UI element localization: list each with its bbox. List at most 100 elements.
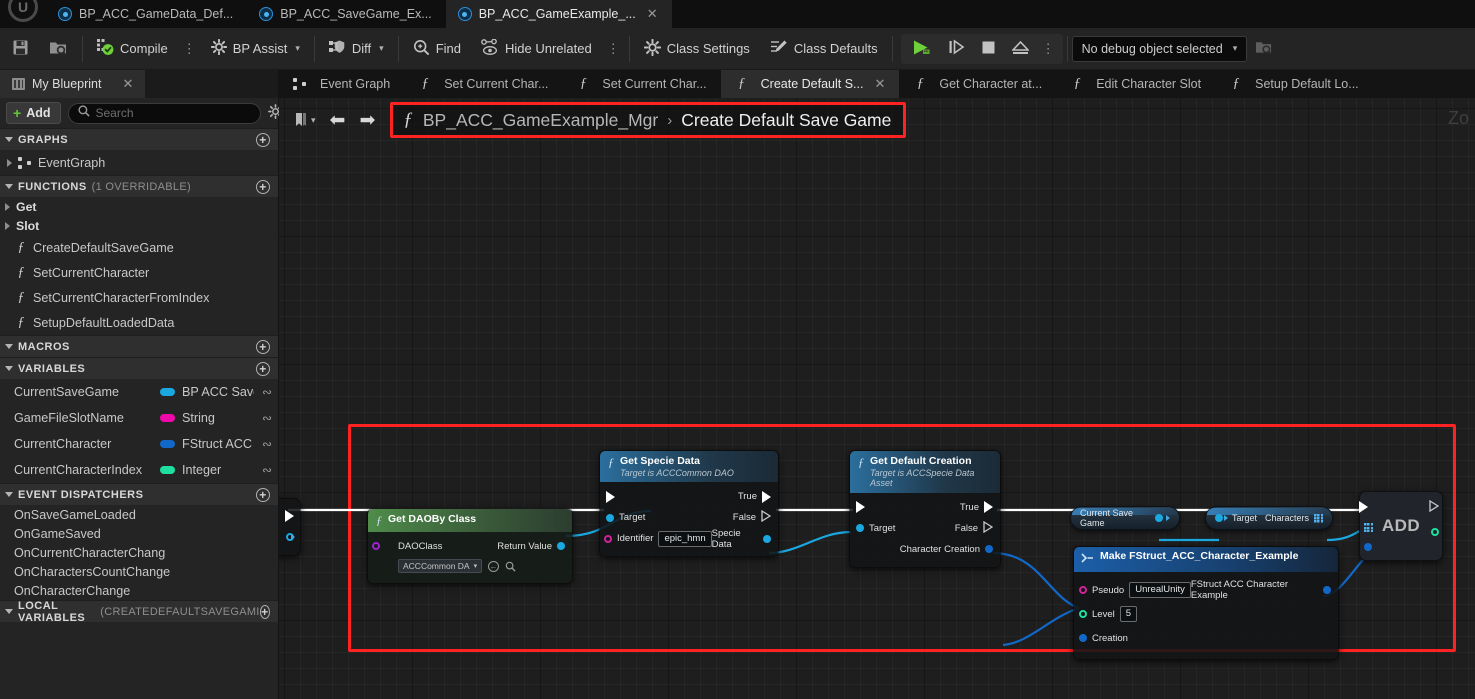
- tree-item-createdefaultsavegame[interactable]: ƒCreateDefaultSaveGame: [0, 235, 278, 260]
- graph-tab-0[interactable]: Event Graph: [279, 70, 404, 98]
- class-settings-button[interactable]: Class Settings: [634, 28, 760, 70]
- browse-asset-icon[interactable]: [505, 561, 516, 572]
- debug-object-selector[interactable]: No debug object selected ▾: [1072, 36, 1248, 62]
- characters-target-input-pin[interactable]: [1215, 514, 1223, 522]
- diff-button[interactable]: Diff ▾: [319, 28, 394, 70]
- add-section-item-button[interactable]: +: [256, 180, 270, 194]
- node-get-default-creation[interactable]: ƒ Get Default Creation Target is ACCSpec…: [849, 450, 1001, 568]
- compile-options-dots[interactable]: ⋮: [178, 41, 201, 57]
- dao-class-input-pin[interactable]: [372, 542, 380, 550]
- add-return-index-pin[interactable]: [1431, 528, 1439, 536]
- node-add-array[interactable]: ADD: [1359, 491, 1443, 561]
- tree-item-setcurrentcharacterfromindex[interactable]: ƒSetCurrentCharacterFromIndex: [0, 285, 278, 310]
- section-functions[interactable]: FUNCTIONS(1 OVERRIDABLE)+: [0, 175, 278, 197]
- compile-button[interactable]: Compile: [87, 28, 178, 70]
- exec-out-true-pin[interactable]: [762, 491, 771, 503]
- close-icon[interactable]: ✕: [122, 76, 133, 92]
- node-make-fstruct-acc-character-example[interactable]: Make FStruct_ACC_Character_Example Pseud…: [1073, 546, 1339, 660]
- node-current-save-game[interactable]: Current Save Game: [1070, 506, 1180, 530]
- dispatcher-row-ongamesaved[interactable]: OnGameSaved: [0, 524, 278, 543]
- step-button[interactable]: [940, 28, 973, 70]
- file-tab-0[interactable]: BP_ACC_GameData_Def...: [46, 0, 247, 28]
- use-selected-asset-button[interactable]: ←: [488, 561, 499, 572]
- exec-out-true-pin[interactable]: [984, 501, 993, 513]
- search-input[interactable]: [96, 106, 251, 120]
- section-local-variables[interactable]: LOCAL VARIABLES(CREATEDEFAULTSAVEGAMI+: [0, 600, 278, 622]
- bookmark-button[interactable]: ▾: [287, 112, 323, 129]
- character-creation-output-pin[interactable]: [985, 545, 993, 553]
- creation-input-pin[interactable]: [1079, 634, 1087, 642]
- dao-class-combo[interactable]: ACCCommon DA ▾: [398, 559, 482, 573]
- hide-unrelated-options-dots[interactable]: ⋮: [602, 41, 625, 57]
- eye-closed-icon[interactable]: ∾: [254, 437, 272, 451]
- section-event-dispatchers[interactable]: EVENT DISPATCHERS+: [0, 483, 278, 505]
- close-icon[interactable]: ✕: [874, 76, 885, 92]
- tree-item-slot[interactable]: Slot: [0, 216, 278, 235]
- graph-tab-2[interactable]: ƒSet Current Char...: [562, 70, 720, 98]
- tree-item-setcurrentcharacter[interactable]: ƒSetCurrentCharacter: [0, 260, 278, 285]
- pseudo-textbox[interactable]: UnrealUnity: [1129, 582, 1191, 598]
- add-section-item-button[interactable]: +: [256, 362, 270, 376]
- level-input-pin[interactable]: [1079, 610, 1087, 618]
- debug-browse-button[interactable]: [1247, 28, 1281, 70]
- breadcrumb-root[interactable]: BP_ACC_GameExample_Mgr: [423, 110, 658, 131]
- navigate-forward-button[interactable]: ➡: [352, 109, 382, 132]
- play-button[interactable]: [904, 28, 940, 70]
- file-tab-1[interactable]: BP_ACC_SaveGame_Ex...: [247, 0, 445, 28]
- expander-icon[interactable]: [5, 137, 13, 142]
- graph-tab-3[interactable]: ƒCreate Default S...✕: [721, 70, 900, 98]
- graph-tab-5[interactable]: ƒEdit Character Slot: [1056, 70, 1215, 98]
- tab-my-blueprint[interactable]: My Blueprint ✕: [0, 70, 145, 98]
- node-get-dao-by-class[interactable]: ƒ Get DAOBy Class DAOClass Return Value: [367, 508, 573, 584]
- identifier-textbox[interactable]: epic_hmn: [658, 531, 711, 547]
- node-get-specie-data[interactable]: ƒ Get Specie Data Target is ACCCommon DA…: [599, 450, 779, 557]
- stop-button[interactable]: [973, 28, 1004, 70]
- hide-unrelated-button[interactable]: Hide Unrelated: [471, 28, 602, 70]
- close-icon[interactable]: ✕: [647, 6, 658, 22]
- find-button[interactable]: Find: [403, 28, 471, 70]
- node-get-characters[interactable]: Target Characters: [1205, 506, 1333, 530]
- dispatcher-row-oncharacterchange[interactable]: OnCharacterChange: [0, 581, 278, 600]
- exec-in-pin[interactable]: [606, 491, 615, 503]
- file-tab-2[interactable]: BP_ACC_GameExample_...✕: [446, 0, 672, 28]
- tree-item-get[interactable]: Get: [0, 197, 278, 216]
- specie-data-output-pin[interactable]: [763, 535, 771, 543]
- variable-row-currentsavegame[interactable]: CurrentSaveGameBP ACC Save∾: [0, 379, 278, 405]
- expander-icon[interactable]: [5, 203, 10, 211]
- save-button[interactable]: [0, 28, 39, 70]
- expander-icon[interactable]: [5, 609, 13, 614]
- add-item-input-pin[interactable]: [1364, 543, 1372, 551]
- browse-content-button[interactable]: [39, 28, 78, 70]
- expander-icon[interactable]: [5, 492, 13, 497]
- tree-item-setupdefaultloadeddata[interactable]: ƒSetupDefaultLoadedData: [0, 310, 278, 335]
- add-exec-in-pin[interactable]: [1359, 501, 1368, 513]
- target-input-pin[interactable]: [856, 524, 864, 532]
- add-button[interactable]: + Add: [6, 102, 61, 124]
- eject-button[interactable]: [1004, 28, 1037, 70]
- node-offscreen-left[interactable]: [279, 498, 301, 556]
- expander-icon[interactable]: [5, 344, 13, 349]
- eye-closed-icon[interactable]: ∾: [254, 385, 272, 399]
- section-macros[interactable]: MACROS+: [0, 335, 278, 357]
- add-section-item-button[interactable]: +: [260, 605, 270, 619]
- dispatcher-row-onsavegameloaded[interactable]: OnSaveGameLoaded: [0, 505, 278, 524]
- dispatcher-row-oncharacterscountchange[interactable]: OnCharactersCountChange: [0, 562, 278, 581]
- navigate-back-button[interactable]: ⬅: [323, 109, 353, 132]
- exec-out-false-pin[interactable]: [983, 521, 993, 536]
- add-section-item-button[interactable]: +: [256, 340, 270, 354]
- graph-tab-1[interactable]: ƒSet Current Char...: [404, 70, 562, 98]
- eye-closed-icon[interactable]: ∾: [254, 463, 272, 477]
- breadcrumb-leaf[interactable]: Create Default Save Game: [681, 110, 891, 131]
- exec-out-pin[interactable]: [285, 510, 294, 522]
- eye-closed-icon[interactable]: ∾: [254, 411, 272, 425]
- dispatcher-row-oncurrentcharacterchang[interactable]: OnCurrentCharacterChang: [0, 543, 278, 562]
- expander-icon[interactable]: [5, 366, 13, 371]
- fstruct-output-pin[interactable]: [1323, 586, 1331, 594]
- variable-row-currentcharacterindex[interactable]: CurrentCharacterIndexInteger∾: [0, 457, 278, 483]
- target-input-pin[interactable]: [606, 514, 614, 522]
- current-save-game-output-pin[interactable]: [1155, 514, 1163, 522]
- add-exec-out-pin[interactable]: [1429, 499, 1439, 517]
- blueprint-canvas[interactable]: ƒ Get DAOBy Class DAOClass Return Value: [279, 98, 1475, 699]
- add-section-item-button[interactable]: +: [256, 133, 270, 147]
- section-graphs[interactable]: GRAPHS+: [0, 128, 278, 150]
